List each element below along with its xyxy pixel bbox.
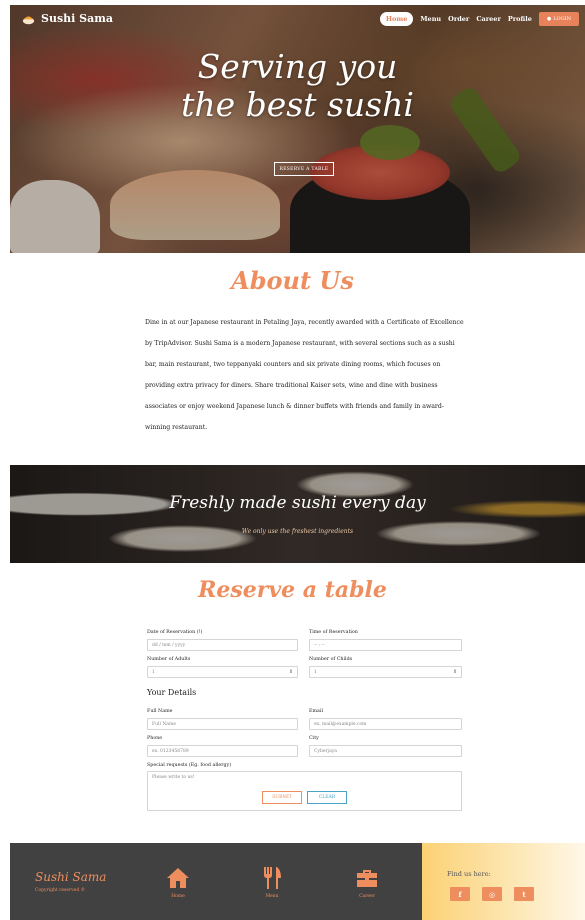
requests-textarea[interactable]: Please write to us! <box>147 771 462 811</box>
children-stepper[interactable]: 1 ⇕ <box>309 666 462 678</box>
find-us-label: Find us here: <box>447 870 491 878</box>
banner-title: Freshly made sushi every day <box>169 493 426 513</box>
nav-menu: Home Menu Order Career Profile ● LOGIN <box>379 12 579 26</box>
login-label: LOGIN <box>553 16 571 22</box>
sushi-logo-icon <box>22 16 35 25</box>
nav-item-menu[interactable]: Menu <box>420 15 441 23</box>
facebook-icon[interactable]: f <box>450 887 470 901</box>
phone-label: Phone <box>147 736 163 741</box>
reserve-title: Reserve a table <box>198 577 387 603</box>
brand-logo[interactable]: Sushi Sama <box>22 12 113 25</box>
adults-stepper[interactable]: 1 ⇕ <box>147 666 298 678</box>
email-input[interactable]: ex. mail@example.com <box>309 718 462 730</box>
nav-item-home[interactable]: Home <box>379 12 414 26</box>
fullname-input[interactable]: Full Name <box>147 718 298 730</box>
city-input[interactable]: Cyberjaya <box>309 745 462 757</box>
login-button[interactable]: ● LOGIN <box>538 12 579 26</box>
time-input[interactable]: -- : -- <box>309 639 462 651</box>
footer-link-home[interactable]: Home <box>166 866 190 899</box>
children-label: Number of Childs <box>309 657 353 662</box>
footer-link-career[interactable]: Career <box>355 866 379 899</box>
nav-item-profile[interactable]: Profile <box>508 15 532 23</box>
requests-label: Special requests (Eg. food allergy) <box>147 763 232 768</box>
footer-copyright: Copyright reserved © <box>35 888 86 893</box>
phone-input[interactable]: ex. 0123456789 <box>147 745 298 757</box>
footer-social-panel <box>422 843 585 920</box>
date-input[interactable]: dd / mm / yyyy <box>147 639 298 651</box>
hero-title: Serving you the best sushi <box>181 47 414 124</box>
banner-subtitle: We only use the freshest ingredients <box>241 528 354 535</box>
hero-image <box>10 5 585 253</box>
about-text: Dine in at our Japanese restaurant in Pe… <box>145 319 464 431</box>
banner-image <box>10 465 585 563</box>
footer-link-menu[interactable]: Menu <box>260 866 284 899</box>
footer-brand: Sushi Sama <box>35 870 107 884</box>
briefcase-icon <box>357 870 377 887</box>
date-label: Date of Reservation (!) <box>147 630 203 635</box>
city-label: City <box>309 736 319 741</box>
spinner-icon: ⇕ <box>452 669 457 675</box>
email-label: Email <box>309 709 323 714</box>
adults-label: Number of Adults <box>147 657 191 662</box>
details-heading: Your Details <box>147 688 197 697</box>
spinner-icon: ⇕ <box>288 669 293 675</box>
user-icon: ● <box>546 16 552 22</box>
brand-name: Sushi Sama <box>41 12 113 25</box>
reserve-table-button[interactable]: RESERVE A TABLE <box>274 162 334 176</box>
fullname-label: Full Name <box>147 709 173 714</box>
about-title: About Us <box>231 266 354 295</box>
home-icon <box>167 868 189 888</box>
submit-button[interactable]: SUBMIT <box>262 791 302 804</box>
nav-item-order[interactable]: Order <box>448 15 469 23</box>
nav-item-career[interactable]: Career <box>476 15 501 23</box>
instagram-icon[interactable]: ◎ <box>482 887 502 901</box>
navbar: Sushi Sama Home Menu Order Career Profil… <box>10 5 585 35</box>
twitter-icon[interactable]: t <box>514 887 534 901</box>
time-label: Time of Reservation <box>309 630 358 635</box>
utensils-icon <box>264 867 281 889</box>
clear-button[interactable]: CLEAR <box>307 791 347 804</box>
